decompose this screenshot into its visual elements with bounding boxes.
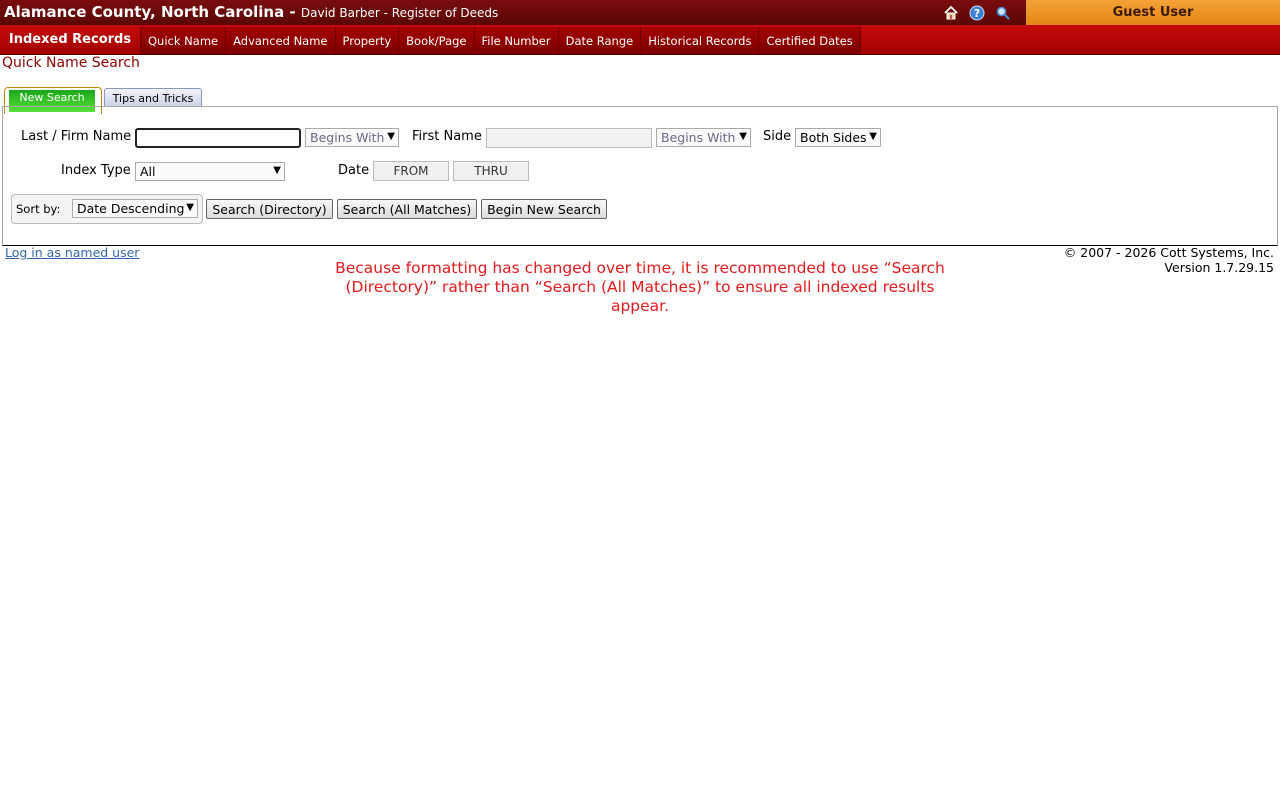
site-title: Alamance County, North Carolina - David … (4, 3, 498, 21)
sort-select[interactable]: Date Descending ▼ (72, 199, 198, 218)
nav-quick-name[interactable]: Quick Name (140, 27, 226, 54)
guest-user-label[interactable]: Guest User (1026, 0, 1280, 25)
index-type-select[interactable]: All ▼ (135, 162, 285, 181)
nav-date-range[interactable]: Date Range (557, 27, 641, 54)
register-name: David Barber - Register of Deeds (300, 6, 499, 20)
first-name-match-value: Begins With (661, 130, 736, 145)
last-name-label: Last / Firm Name (21, 129, 132, 144)
last-name-input[interactable] (135, 128, 301, 148)
sort-box: Sort by: Date Descending ▼ (11, 194, 203, 224)
last-name-match-value: Begins With (310, 130, 385, 145)
nav-items: Quick Name Advanced Name Property Book/P… (140, 27, 861, 54)
copyright-text: © 2007 - 2026 Cott Systems, Inc. (1063, 245, 1274, 260)
county-name: Alamance County, North Carolina - (4, 3, 296, 21)
first-name-input[interactable] (486, 128, 652, 148)
login-named-user-link[interactable]: Log in as named user (5, 245, 139, 260)
tab-tips-and-tricks[interactable]: Tips and Tricks (104, 88, 202, 107)
chevron-down-icon: ▼ (739, 131, 747, 142)
chevron-down-icon: ▼ (869, 131, 877, 142)
index-type-label: Index Type (61, 163, 131, 178)
nav-historical-records[interactable]: Historical Records (640, 27, 759, 54)
side-label: Side (763, 129, 792, 144)
chevron-down-icon: ▼ (186, 202, 194, 213)
page-title: Quick Name Search (2, 55, 140, 71)
nav-indexed-records[interactable]: Indexed Records (0, 25, 140, 54)
first-name-match-select[interactable]: Begins With ▼ (656, 128, 751, 147)
help-icon[interactable]: ? (968, 4, 986, 22)
top-header: Alamance County, North Carolina - David … (0, 0, 1280, 25)
last-name-match-select[interactable]: Begins With ▼ (305, 128, 399, 147)
sort-label: Sort by: (16, 202, 61, 216)
search-all-matches-button[interactable]: Search (All Matches) (337, 199, 477, 219)
search-directory-button[interactable]: Search (Directory) (206, 199, 333, 219)
date-label: Date (338, 163, 370, 178)
copyright-block: © 2007 - 2026 Cott Systems, Inc. Version… (1064, 245, 1274, 275)
side-value: Both Sides (800, 130, 867, 145)
search-notice: Because formatting has changed over time… (335, 259, 945, 315)
sort-value: Date Descending (77, 201, 185, 216)
version-text: Version 1.7.29.15 (1164, 260, 1274, 275)
home-icon[interactable] (942, 4, 960, 22)
nav-certified-dates[interactable]: Certified Dates (758, 27, 861, 54)
date-thru-input[interactable]: THRU (453, 161, 529, 181)
header-icons: ? (942, 4, 1012, 22)
date-from-input[interactable]: FROM (373, 161, 449, 181)
main-nav: Indexed Records Quick Name Advanced Name… (0, 25, 1280, 55)
svg-text:?: ? (974, 7, 980, 20)
nav-advanced-name[interactable]: Advanced Name (225, 27, 335, 54)
first-name-label: First Name (412, 129, 482, 144)
nav-file-number[interactable]: File Number (473, 27, 558, 54)
nav-property[interactable]: Property (334, 27, 399, 54)
chevron-down-icon: ▼ (387, 131, 395, 142)
index-type-value: All (140, 164, 156, 179)
side-select[interactable]: Both Sides ▼ (795, 128, 881, 147)
chevron-down-icon: ▼ (273, 165, 281, 176)
nav-book-page[interactable]: Book/Page (398, 27, 474, 54)
begin-new-search-button[interactable]: Begin New Search (481, 199, 607, 219)
search-icon[interactable] (994, 4, 1012, 22)
